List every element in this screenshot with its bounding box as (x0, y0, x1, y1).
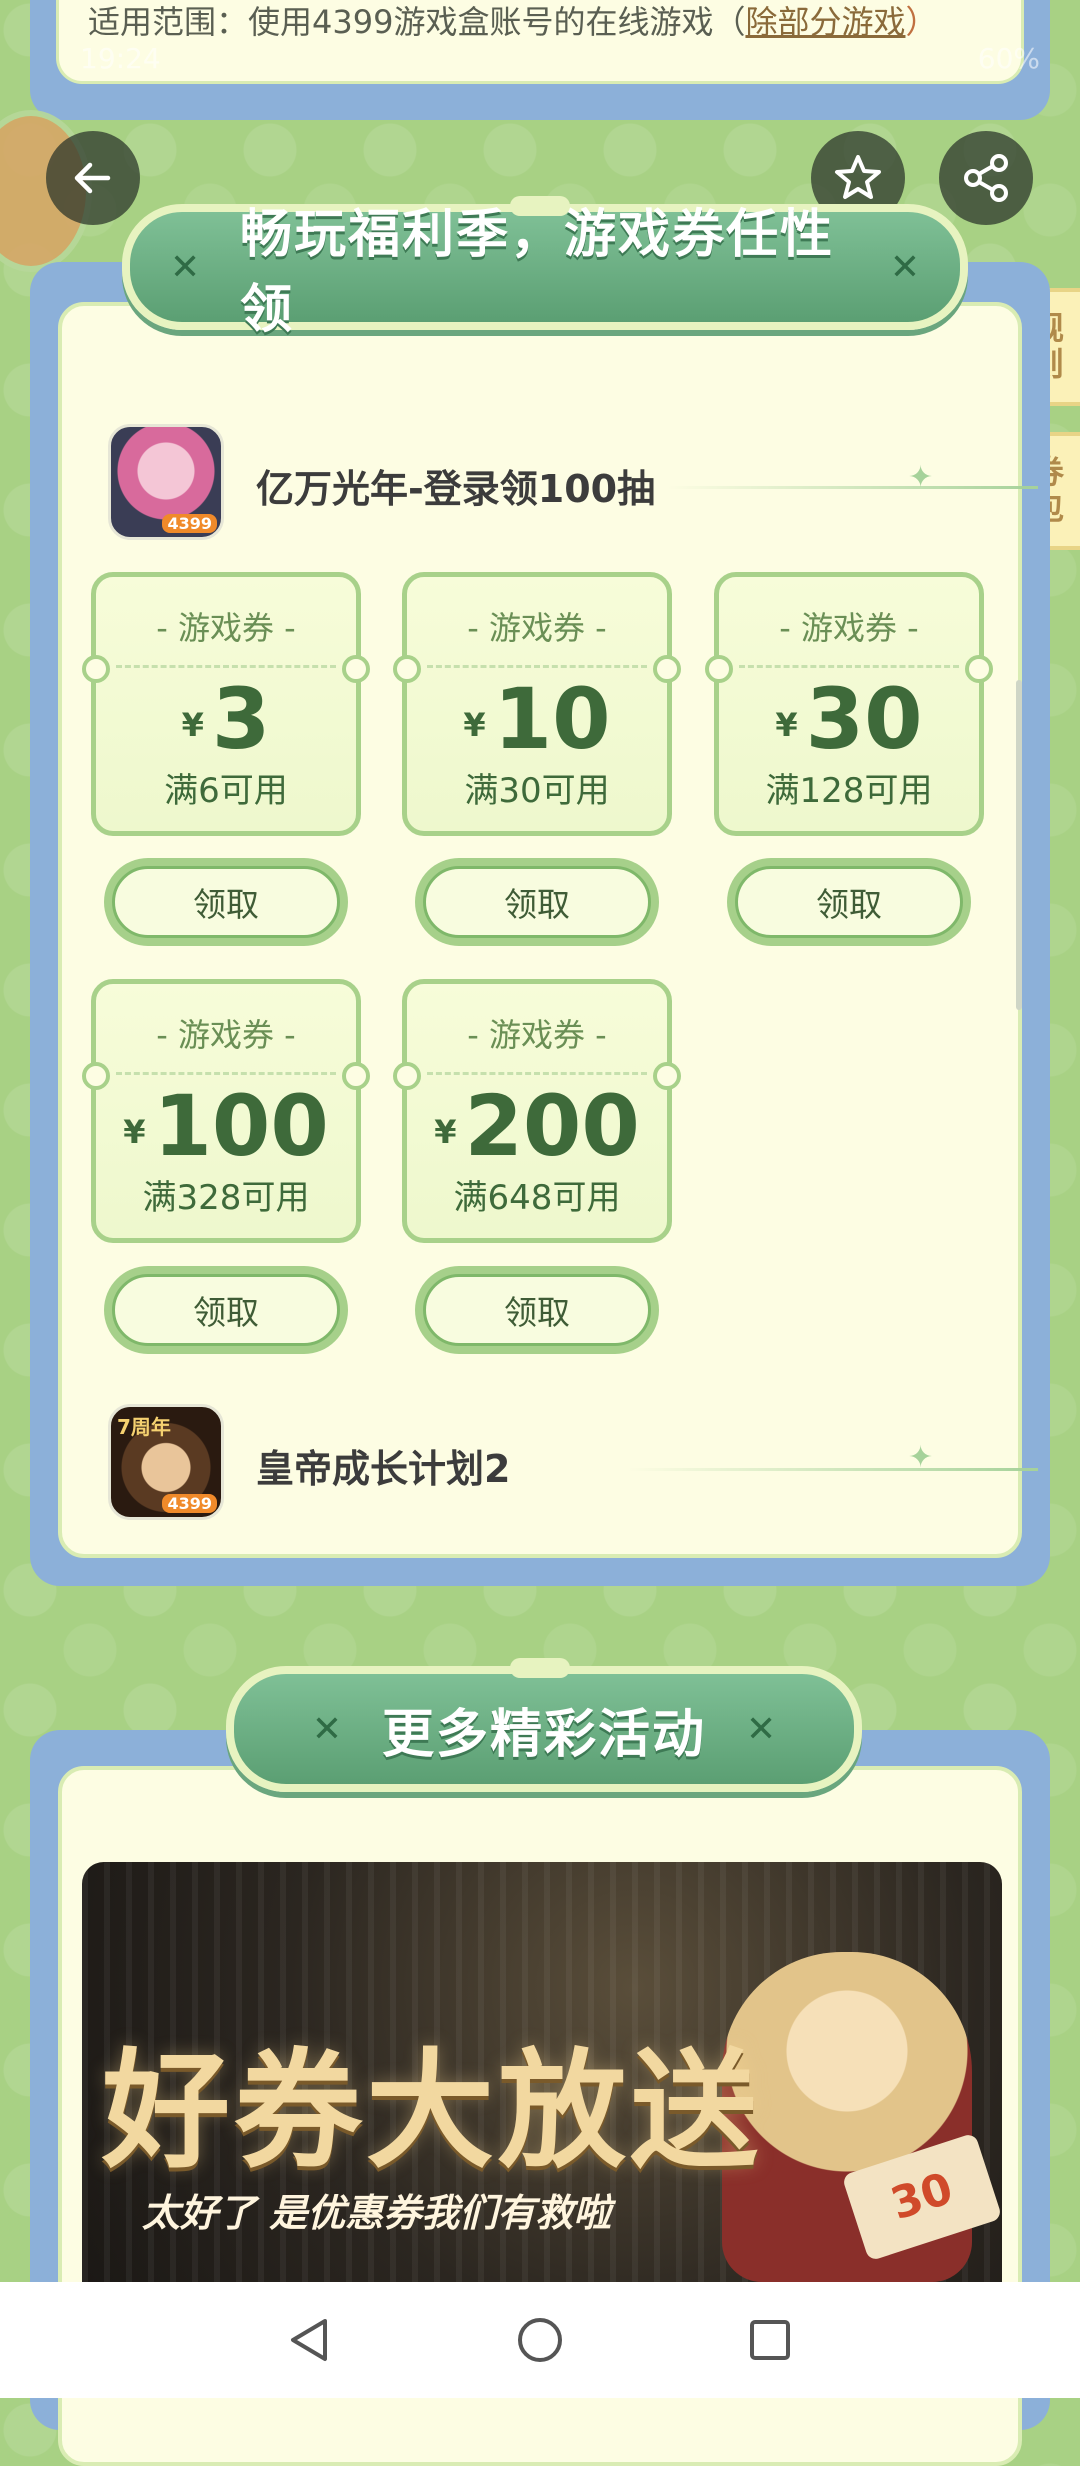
claim-button-label: 领取 (112, 1274, 340, 1346)
coupon-label: - 游戏券 - (467, 609, 607, 647)
sparkle-icon: ✦ (908, 460, 934, 495)
game-row-emperor[interactable]: 7周年 4399 皇帝成长计划2 ✦ (108, 1404, 1038, 1524)
game-divider (668, 486, 1038, 489)
claim-button[interactable]: 领取 (104, 1266, 348, 1354)
coupon-divider (427, 1072, 647, 1075)
coupon-card: - 游戏券 - ¥100 满328可用 (82, 979, 370, 1243)
activities-section-banner: ✕ 更多精彩活动 ✕ (226, 1666, 862, 1792)
currency-symbol: ¥ (181, 706, 204, 745)
coupon-amount: ¥3 (96, 669, 356, 775)
game-icon-caption: 7周年 (117, 1415, 171, 1439)
coupon-divider (116, 665, 336, 668)
banner-deco-x-icon: ✕ (746, 1708, 777, 1750)
coupon-card: - 游戏券 - ¥10 满30可用 (393, 572, 681, 836)
circle-home-icon (518, 2318, 562, 2362)
banner-notch (510, 1658, 570, 1678)
nav-home-button[interactable] (512, 2312, 568, 2368)
activities-section-title: 更多精彩活动 (381, 1704, 706, 1765)
coupon-card: - 游戏券 - ¥3 满6可用 (82, 572, 370, 836)
banner-deco-x-icon: ✕ (311, 1708, 342, 1750)
coupon-label: - 游戏券 - (156, 1016, 296, 1054)
currency-symbol: ¥ (123, 1113, 146, 1152)
game-title: 皇帝成长计划2 (256, 1447, 511, 1491)
claim-button-label: 领取 (423, 866, 651, 938)
triangle-back-icon (291, 2319, 327, 2361)
claim-button-label: 领取 (735, 866, 963, 938)
coupon-label: - 游戏券 - (467, 1016, 607, 1054)
promo-title: 好券大放送 (102, 2037, 763, 2186)
coupon-condition: 满648可用 (453, 1178, 621, 1218)
claim-button-label: 领取 (112, 866, 340, 938)
status-bar: 19:24 60% (0, 40, 1080, 84)
share-icon (964, 154, 1008, 202)
coupon-divider (739, 665, 959, 668)
claim-button[interactable]: 领取 (415, 1266, 659, 1354)
claim-button[interactable]: 领取 (104, 858, 348, 946)
claim-button[interactable]: 领取 (415, 858, 659, 946)
currency-symbol: ¥ (463, 706, 486, 745)
nav-recent-button[interactable] (742, 2312, 798, 2368)
back-button[interactable] (46, 131, 140, 225)
scrollbar-thumb[interactable] (1016, 680, 1022, 1010)
square-recent-icon (750, 2320, 790, 2360)
game-icon-yiwan: 4399 (108, 424, 224, 540)
scope-exclusion-link[interactable]: 除部分游戏 (745, 3, 905, 41)
coupon-divider (116, 1072, 336, 1075)
coupon-amount: ¥200 (407, 1076, 667, 1182)
game-row-yiwan[interactable]: 4399 亿万光年-登录领100抽 ✦ (108, 424, 1038, 544)
game-badge: 4399 (162, 1494, 217, 1513)
coupon-section-banner: ✕ 畅玩福利季，游戏券任性领 ✕ (122, 204, 968, 340)
share-button[interactable] (939, 131, 1033, 225)
status-time: 19:24 (80, 42, 161, 75)
coupon-condition: 满6可用 (164, 771, 288, 811)
promo-banner[interactable]: 30 好券大放送 太好了 是优惠券我们有救啦 (82, 1862, 1002, 2282)
banner-deco-x-icon: ✕ (889, 246, 920, 288)
arrow-left-icon (74, 162, 111, 194)
sparkle-icon: ✦ (908, 1440, 934, 1475)
coupon-value: 200 (464, 1077, 640, 1175)
coupon-value: 30 (805, 670, 923, 768)
promo-subtitle: 太好了 是优惠券我们有救啦 (142, 2191, 612, 2235)
banner-deco-x-icon: ✕ (170, 246, 201, 288)
coupon-label: - 游戏券 - (779, 609, 919, 647)
system-nav-bar (0, 2282, 1080, 2398)
coupon-amount: ¥10 (407, 669, 667, 775)
coupon-value: 100 (153, 1077, 329, 1175)
coupon-amount: ¥30 (719, 669, 979, 775)
claim-button-label: 领取 (423, 1274, 651, 1346)
nav-back-button[interactable] (282, 2312, 338, 2368)
coupon-card: - 游戏券 - ¥200 满648可用 (393, 979, 681, 1243)
coupon-card: - 游戏券 - ¥30 满128可用 (705, 572, 993, 836)
scope-text: 适用范围：使用4399游戏盒账号的在线游戏（除部分游戏） (88, 0, 937, 44)
status-battery: 60% (977, 42, 1040, 75)
currency-symbol: ¥ (434, 1113, 457, 1152)
game-divider (628, 1468, 1038, 1471)
coupon-condition: 满128可用 (765, 771, 933, 811)
coupon-label: - 游戏券 - (156, 609, 296, 647)
game-badge: 4399 (162, 514, 217, 533)
banner-notch (510, 196, 570, 216)
coupon-value: 3 (211, 670, 271, 768)
game-icon-emperor: 7周年 4399 (108, 1404, 224, 1520)
coupon-value: 10 (493, 670, 611, 768)
currency-symbol: ¥ (775, 706, 798, 745)
coupon-amount: ¥100 (96, 1076, 356, 1182)
scope-prefix: 适用范围：使用4399游戏盒账号的在线游戏（ (88, 3, 746, 41)
coupon-divider (427, 665, 647, 668)
coupon-condition: 满30可用 (464, 771, 610, 811)
coupon-condition: 满328可用 (142, 1178, 310, 1218)
claim-button[interactable]: 领取 (727, 858, 971, 946)
game-title: 亿万光年-登录领100抽 (256, 467, 656, 511)
scope-suffix: ） (905, 3, 938, 41)
